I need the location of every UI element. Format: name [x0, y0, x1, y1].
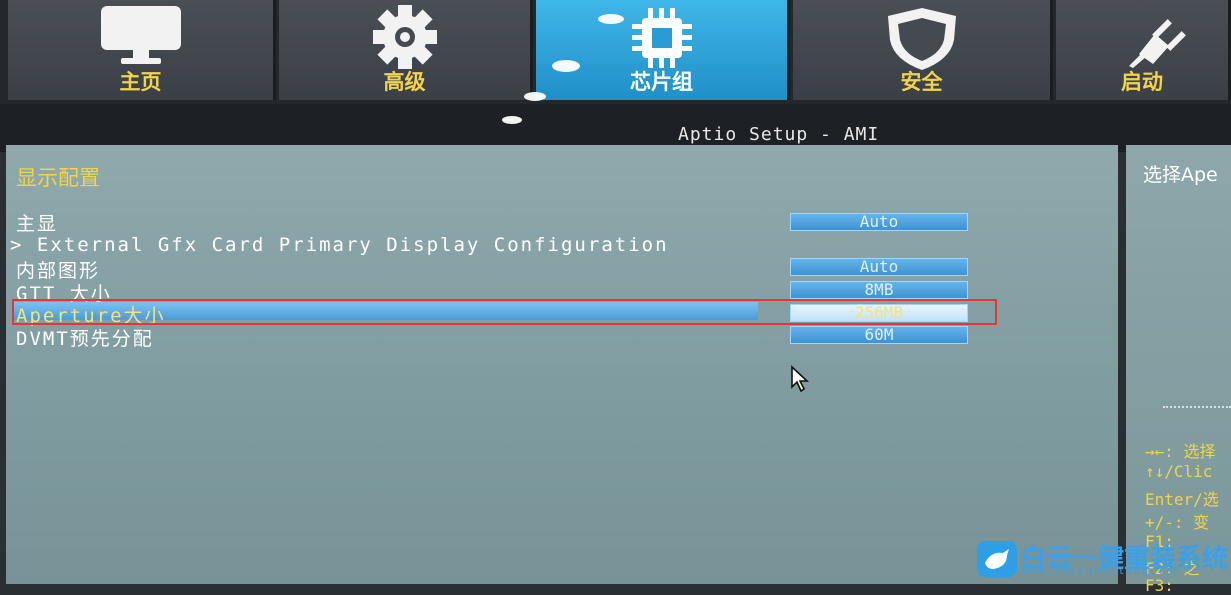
bird-logo-icon — [977, 541, 1017, 577]
mouse-cursor-icon — [791, 365, 810, 393]
monitor-icon — [100, 6, 181, 64]
key-hint-enter: Enter/选 — [1145, 490, 1219, 509]
screen-glare — [524, 92, 546, 101]
setting-dvmt-preallocated-value[interactable]: 60M — [790, 326, 968, 344]
help-description: 选择Ape — [1143, 164, 1218, 186]
selection-annotation-frame — [12, 299, 997, 325]
setting-primary-display-value[interactable]: Auto — [790, 213, 968, 231]
gear-icon — [372, 5, 437, 69]
tab-chipset[interactable]: 芯片组 — [536, 0, 790, 100]
power-plug-icon — [1129, 19, 1187, 68]
tab-security-label: 安全 — [900, 70, 943, 94]
tab-boot[interactable]: 启动 — [1056, 0, 1231, 100]
key-hint-f3: F3: — [1145, 576, 1174, 595]
screen-glare — [502, 116, 522, 124]
tab-boot-label: 启动 — [1121, 70, 1163, 94]
tab-advanced-label: 高级 — [383, 70, 426, 94]
settings-panel — [6, 145, 1118, 584]
screen-glare — [598, 14, 624, 24]
tab-main[interactable]: 主页 — [8, 0, 276, 100]
setting-dvmt-preallocated-label[interactable]: DVMT预先分配 — [16, 324, 154, 351]
setting-primary-display-label[interactable]: 主显 — [16, 209, 58, 236]
setting-gtt-size-value[interactable]: 8MB — [790, 281, 968, 299]
tab-advanced[interactable]: 高级 — [279, 0, 533, 100]
screen-glare — [552, 60, 580, 72]
watermark-url: www.baiyunxitong.com — [1022, 566, 1183, 577]
tab-main-label: 主页 — [119, 70, 162, 94]
key-hint-select-screen: →←: 选择 — [1145, 442, 1216, 461]
key-hint-select-item: ↑↓/Clic — [1145, 462, 1213, 481]
section-title: 显示配置 — [16, 166, 100, 190]
key-hint-change: +/-: 变 — [1145, 513, 1210, 532]
submenu-external-gfx-config[interactable]: > External Gfx Card Primary Display Conf… — [10, 234, 669, 256]
setting-internal-graphics-value[interactable]: Auto — [790, 258, 968, 276]
page-title: Aptio Setup - AMI — [678, 124, 880, 145]
help-divider — [1163, 406, 1231, 408]
shield-icon — [887, 8, 956, 70]
tab-security[interactable]: 安全 — [793, 0, 1053, 100]
chip-icon — [631, 8, 692, 68]
